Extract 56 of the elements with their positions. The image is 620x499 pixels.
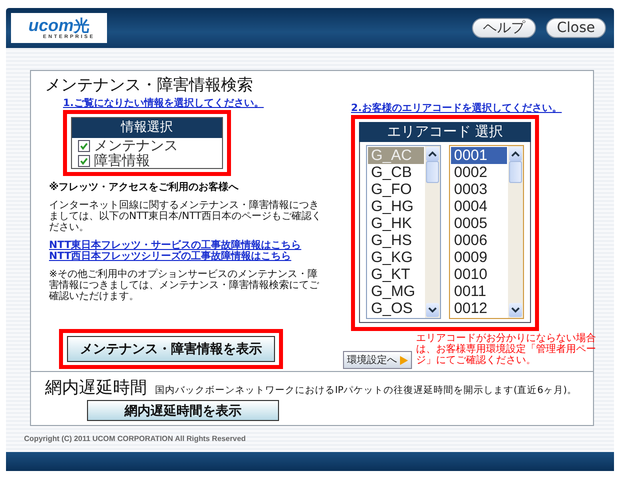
scroll-up-button[interactable] [509, 147, 522, 161]
list-item[interactable]: G_HS [368, 232, 424, 249]
list-item[interactable]: G_CB [368, 164, 424, 181]
panel-heading: 情報選択 [72, 118, 222, 138]
caret-down-icon [511, 307, 520, 313]
code-list[interactable]: 0001 0002 0003 0004 0005 0006 0009 0010 0011 0012 [449, 145, 524, 319]
section-description: 国内バックボーンネットワークにおけるIPパケットの往復遅延時間を開示します(直近6ヶ月)。 [155, 384, 577, 397]
list-item[interactable]: G_KG [368, 249, 424, 266]
logo-text: ucom [28, 16, 74, 34]
ntt-link[interactable]: NTT西日本フレッツシリーズの工事故障情報はこちら [49, 251, 292, 262]
ntt-link[interactable]: NTT東日本フレッツ・サービスの工事故障情報はこちら [49, 240, 302, 251]
list-item[interactable]: G_OS [368, 300, 424, 317]
checkbox[interactable] [78, 140, 90, 152]
list-item[interactable]: G_HK [368, 215, 424, 232]
list-item[interactable]: G_KT [368, 266, 424, 283]
caret-down-icon [428, 307, 437, 313]
checkbox-label: メンテナンス [94, 136, 178, 154]
checkbox-label: 障害情報 [94, 152, 150, 170]
arrow-right-icon [399, 356, 408, 364]
list-item[interactable]: 0011 [451, 283, 507, 300]
caret-up-icon [511, 151, 520, 157]
notice-text: ※その他ご利用中のオプションサービスのメンテナンス・障害情報につきましては、メンテナンス・障害情報検索にてご確認いただけます。 [49, 269, 320, 302]
list-item[interactable]: 0002 [451, 164, 507, 181]
checkbox[interactable] [78, 154, 90, 166]
scroll-up-button[interactable] [426, 147, 439, 161]
list-item[interactable]: 0012 [451, 300, 507, 317]
show-info-button[interactable]: メンテナンス・障害情報を表示 [67, 336, 275, 362]
header-button[interactable]: Close [546, 18, 606, 38]
list-item[interactable]: 0001 [451, 147, 507, 164]
list-item[interactable]: 0003 [451, 181, 507, 198]
list-item[interactable]: 0009 [451, 249, 507, 266]
list-item[interactable]: 0004 [451, 198, 507, 215]
group-list[interactable]: G_AC G_CB G_FO G_HG G_HK G_HS G_KG G_KT G_MG G_OS [366, 145, 441, 319]
list-item[interactable]: 0005 [451, 215, 507, 232]
page-title: メンテナンス・障害情報検索 [45, 75, 254, 96]
scrollbar-thumb[interactable] [426, 161, 439, 183]
notice-text: インターネット回線に関するメンテナンス・障害情報につきましては、以下のNTT東日本/NTT西日本のページもご確認ください。 [49, 200, 322, 233]
caret-up-icon [428, 151, 437, 157]
notice-heading: ※フレッツ・アクセスをご利用のお客様へ [49, 182, 240, 193]
list-item[interactable]: 0006 [451, 232, 507, 249]
instruction-link[interactable]: 1.ご覧になりたい情報を選択してください。 [63, 96, 264, 110]
section-title: 網内遅延時間 [45, 377, 147, 399]
header-button[interactable]: ヘルプ [472, 18, 536, 38]
panel-heading: エリアコード 選択 [359, 122, 531, 142]
instruction-link[interactable]: 2.お客様のエリアコードを選択してください。 [351, 101, 562, 115]
logo-mark: 光 [74, 16, 90, 34]
list-item[interactable]: G_HG [368, 198, 424, 215]
scrollbar-thumb[interactable] [509, 161, 522, 183]
list-item[interactable]: G_FO [368, 181, 424, 198]
list-item[interactable]: 0010 [451, 266, 507, 283]
scroll-down-button[interactable] [509, 303, 522, 317]
area-code-note: エリアコードがお分かりにならない場合は、お客様専用環境設定「管理者用ページ」にてご確認ください。 [416, 333, 597, 366]
settings-button[interactable]: 環境設定へ [343, 351, 412, 369]
list-item[interactable]: G_MG [368, 283, 424, 300]
scroll-down-button[interactable] [426, 303, 439, 317]
show-latency-button[interactable]: 網内遅延時間を表示 [87, 400, 279, 421]
